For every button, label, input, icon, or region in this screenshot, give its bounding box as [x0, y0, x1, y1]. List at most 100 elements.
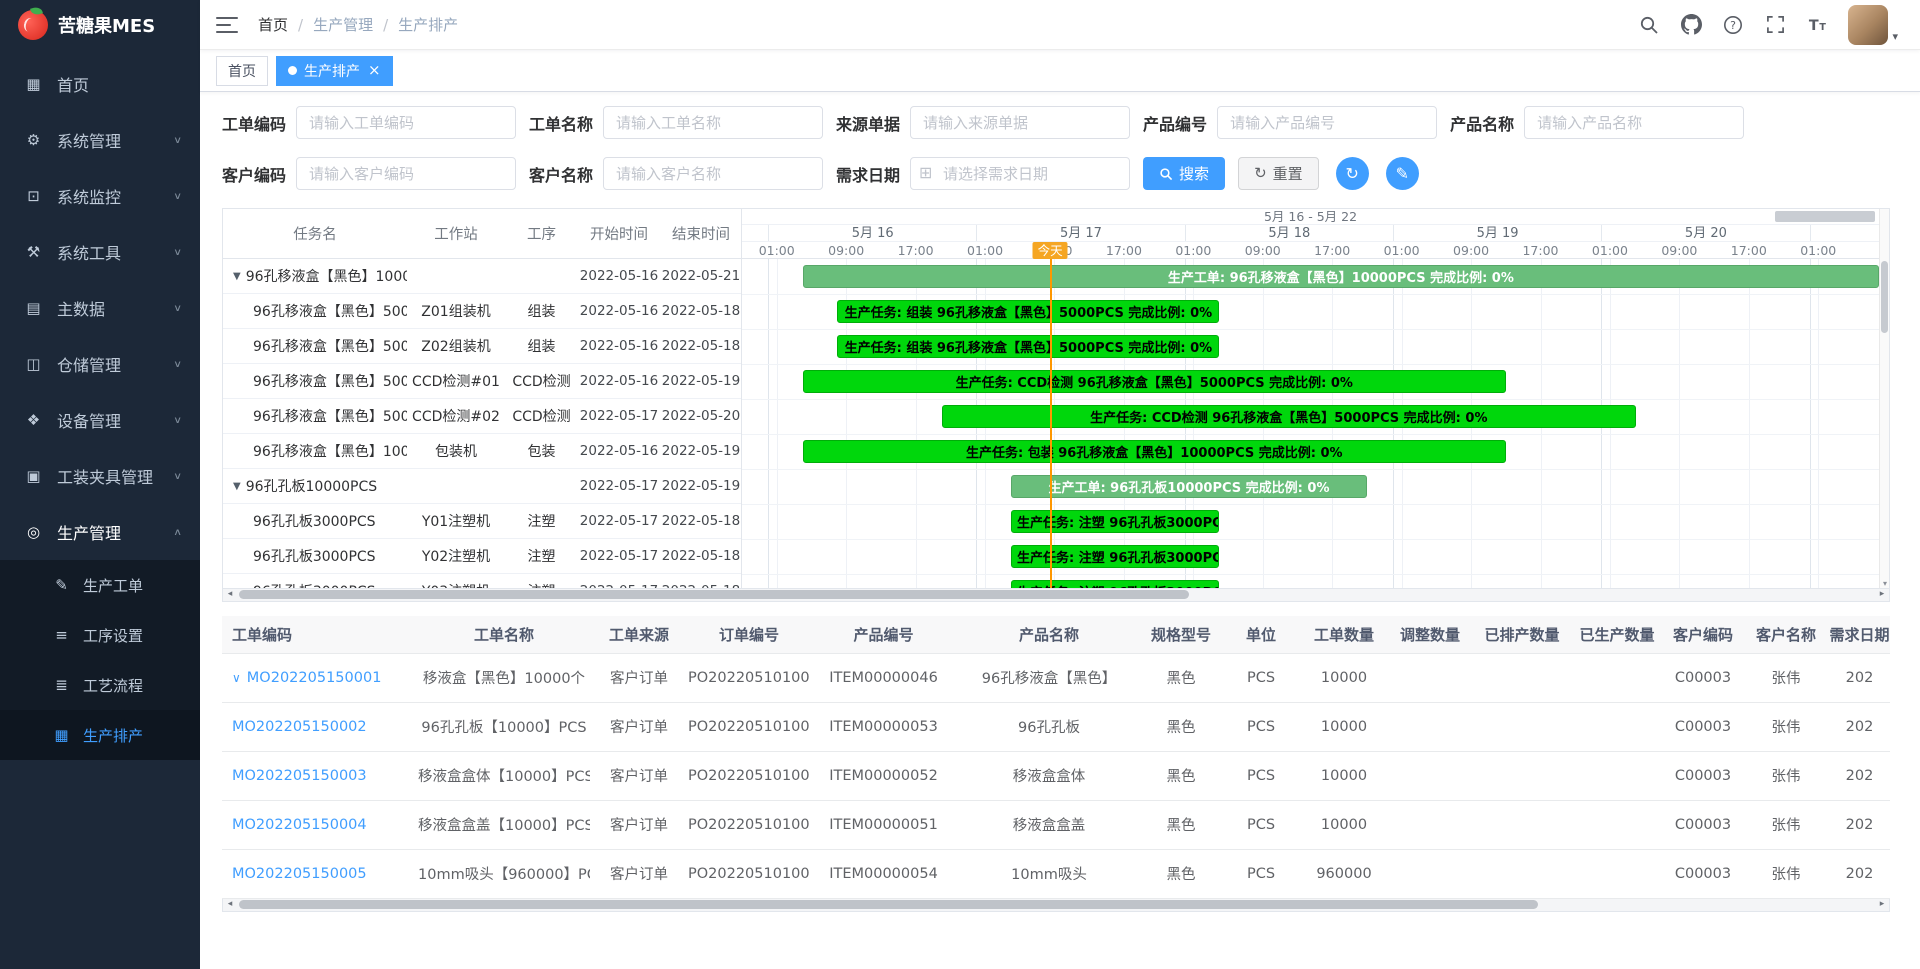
sidebar-item-process-flow[interactable]: ≣工艺流程 [0, 660, 200, 710]
gantt-task-row[interactable]: 96孔移液盒【黑色】5000PCSZ02组装机组装2022-05-162022-… [223, 329, 741, 364]
scroll-down-icon[interactable]: ▾ [1880, 579, 1890, 588]
order-cell-customer-name: 张伟 [1743, 800, 1829, 849]
filter-input-product-code[interactable] [1217, 106, 1437, 139]
orders-horizontal-scrollbar[interactable]: ◂ ▸ [222, 899, 1890, 912]
fullscreen-icon[interactable] [1764, 14, 1786, 36]
close-icon[interactable]: × [368, 63, 381, 78]
gantt-task-row[interactable]: ▼96孔孔板10000PCS2022-05-172022-05-19 [223, 469, 741, 504]
order-cell-produced-qty [1571, 702, 1663, 751]
breadcrumb-item[interactable]: 生产管理 [313, 14, 373, 35]
font-size-icon[interactable]: TT [1806, 14, 1828, 36]
order-code-link[interactable]: MO202205150004 [232, 817, 367, 833]
chevron-down-icon: ∨ [173, 246, 182, 257]
search-icon[interactable] [1638, 14, 1660, 36]
sidebar-toggle-icon[interactable] [216, 16, 238, 34]
caret-down-icon[interactable]: ▼ [233, 271, 241, 282]
gantt-task-start: 2022-05-16 [578, 443, 660, 459]
sidebar-item-process-settings[interactable]: ≡工序设置 [0, 610, 200, 660]
sidebar-item-label: 工艺流程 [83, 675, 143, 696]
sidebar-item-master-data[interactable]: ▤主数据∨ [0, 280, 200, 336]
breadcrumb-item[interactable]: 首页 [258, 14, 288, 35]
search-button[interactable]: 搜索 [1143, 157, 1225, 190]
order-code-link[interactable]: MO202205150003 [232, 768, 367, 784]
chevron-down-icon[interactable]: ∨ [232, 671, 241, 685]
tab-home[interactable]: 首页 [216, 56, 268, 86]
gantt-vertical-scrollbar[interactable]: ▾ [1879, 209, 1889, 588]
filter-input-order-name[interactable] [603, 106, 823, 139]
edit-circle-button[interactable]: ✎ [1386, 157, 1419, 190]
sidebar-item-system-mgmt[interactable]: ⚙系统管理∨ [0, 112, 200, 168]
gantt-task-row[interactable]: ▼96孔移液盒【黑色】10000PCS2022-05-162022-05-21 [223, 259, 741, 294]
sidebar-item-system-monitor[interactable]: ⊡系统监控∨ [0, 168, 200, 224]
github-icon[interactable] [1680, 14, 1702, 36]
sidebar-item-production-workorder[interactable]: ✎生产工单 [0, 560, 200, 610]
sidebar-item-production-mgmt[interactable]: ◎生产管理∧ [0, 504, 200, 560]
gantt-task-bar[interactable]: 生产任务: 注塑 96孔孔板3000PCS 完成比例: 0% [1011, 545, 1219, 568]
gantt-task-row[interactable]: 96孔移液盒【黑色】10000PCS包装机包装2022-05-162022-05… [223, 434, 741, 469]
help-icon[interactable]: ? [1722, 14, 1744, 36]
gantt-task-bar[interactable]: 生产任务: 注塑 96孔孔板3000PCS 完成比例: 0% [1011, 510, 1219, 533]
filter-label: 工单名称 [529, 111, 593, 135]
order-code-link[interactable]: MO202205150005 [232, 866, 367, 882]
filter-input-customer-name[interactable] [603, 157, 823, 190]
filter-input-customer-code[interactable] [296, 157, 516, 190]
scroll-thumb[interactable] [239, 900, 1538, 909]
filter-input-source-doc[interactable] [910, 106, 1130, 139]
filter-input-demand-date[interactable] [910, 157, 1130, 190]
scroll-left-icon[interactable]: ◂ [223, 899, 237, 910]
orders-table: 工单编码工单名称工单来源订单编号产品编号产品名称规格型号单位工单数量调整数量已排… [222, 616, 1890, 899]
sidebar-item-equipment-mgmt[interactable]: ❖设备管理∨ [0, 392, 200, 448]
tab-label: 生产排产 [304, 61, 360, 81]
gantt-bar-label: 生产工单: 96孔孔板10000PCS 完成比例: 0% [1048, 477, 1329, 496]
gantt-task-bar[interactable]: 生产任务: 包装 96孔移液盒【黑色】10000PCS 完成比例: 0% [803, 440, 1506, 463]
timeline-row-line [742, 539, 1879, 540]
tab-production-schedule[interactable]: 生产排产 × [276, 56, 393, 86]
gantt-order-bar[interactable]: 生产工单: 96孔移液盒【黑色】10000PCS 完成比例: 0% [803, 265, 1879, 288]
sidebar-item-fixture-mgmt[interactable]: ▣工装夹具管理∨ [0, 448, 200, 504]
order-code-link[interactable]: MO202205150002 [232, 719, 367, 735]
gantt-task-row[interactable]: 96孔孔板3000PCSY03注塑机注塑2022-05-172022-05-18 [223, 574, 741, 588]
gantt-task-row[interactable]: 96孔移液盒【黑色】5000PCSCCD检测#02CCD检测2022-05-17… [223, 399, 741, 434]
order-cell-product-code: ITEM00000053 [810, 702, 957, 751]
refresh-circle-button[interactable]: ↻ [1336, 157, 1369, 190]
filter-input-product-name[interactable] [1524, 106, 1744, 139]
app-logo[interactable]: 苦糖果MES [0, 0, 200, 50]
order-cell-order-name: 96孔孔板【10000】PCS [418, 702, 590, 751]
scroll-left-icon[interactable]: ◂ [223, 589, 237, 600]
order-cell-demand-date: 202 [1829, 849, 1890, 898]
timeline-scroll-thumb[interactable] [1775, 211, 1875, 222]
gantt-task-row[interactable]: 96孔孔板3000PCSY01注塑机注塑2022-05-172022-05-18 [223, 504, 741, 539]
sidebar-item-system-tools[interactable]: ⚒系统工具∨ [0, 224, 200, 280]
gantt-task-row[interactable]: 96孔孔板3000PCSY02注塑机注塑2022-05-172022-05-18 [223, 539, 741, 574]
gantt-task-bar[interactable]: 生产任务: 组装 96孔移液盒【黑色】5000PCS 完成比例: 0% [837, 300, 1219, 323]
reset-button[interactable]: ↻ 重置 [1238, 157, 1319, 190]
scroll-thumb[interactable] [1881, 261, 1888, 333]
filter-input-order-code[interactable] [296, 106, 516, 139]
gantt-horizontal-scrollbar[interactable]: ◂ ▸ [222, 589, 1890, 602]
scroll-right-icon[interactable]: ▸ [1875, 589, 1889, 600]
gantt-task-row[interactable]: 96孔移液盒【黑色】5000PCSCCD检测#01CCD检测2022-05-16… [223, 364, 741, 399]
gantt-task-station: Z02组装机 [407, 336, 505, 356]
gantt-task-bar[interactable]: 生产任务: 注塑 96孔孔板3000PCS 完成比例: 0% [1011, 580, 1219, 588]
order-code-wrap: MO202205150004 [232, 817, 367, 833]
gantt-task-bar[interactable]: 生产任务: CCD检测 96孔移液盒【黑色】5000PCS 完成比例: 0% [942, 405, 1636, 428]
user-menu[interactable]: ▾ [1848, 5, 1898, 45]
scroll-thumb[interactable] [239, 590, 1189, 599]
sidebar-item-warehouse-mgmt[interactable]: ◫仓储管理∨ [0, 336, 200, 392]
order-code-link[interactable]: MO202205150001 [247, 670, 382, 686]
dashboard-icon: ▦ [24, 75, 43, 93]
gantt-order-bar[interactable]: 生产工单: 96孔孔板10000PCS 完成比例: 0% [1011, 475, 1367, 498]
process-icon: ≡ [52, 626, 71, 644]
sidebar-item-production-schedule[interactable]: ▦生产排产 [0, 710, 200, 760]
gantt-task-row[interactable]: 96孔移液盒【黑色】5000PCSZ01组装机组装2022-05-162022-… [223, 294, 741, 329]
gantt-task-bar[interactable]: 生产任务: CCD检测 96孔移液盒【黑色】5000PCS 完成比例: 0% [803, 370, 1506, 393]
gantt-task-process: 注塑 [505, 511, 578, 531]
gantt-task-bar[interactable]: 生产任务: 组装 96孔移液盒【黑色】5000PCS 完成比例: 0% [837, 335, 1219, 358]
logo-icon [18, 10, 48, 40]
order-cell-order-source: 客户订单 [590, 751, 688, 800]
gantt-task-end: 2022-05-20 [660, 408, 741, 424]
timeline-body: 生产工单: 96孔移液盒【黑色】10000PCS 完成比例: 0% 生产任务: 组… [742, 259, 1879, 588]
caret-down-icon[interactable]: ▼ [233, 481, 241, 492]
scroll-right-icon[interactable]: ▸ [1875, 899, 1889, 910]
sidebar-item-home[interactable]: ▦首页 [0, 56, 200, 112]
